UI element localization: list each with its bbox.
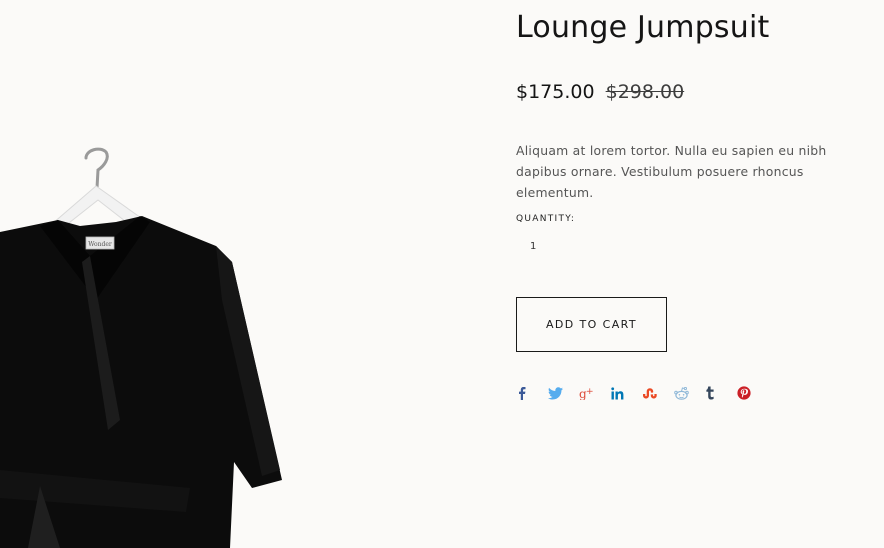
sale-price: $175.00 [516, 81, 595, 103]
share-facebook[interactable] [516, 384, 548, 402]
add-to-cart-button[interactable]: ADD TO CART [516, 297, 667, 352]
product-image: Wonder [0, 140, 290, 548]
twitter-icon [547, 386, 563, 399]
reddit-icon [673, 386, 689, 400]
pinterest-icon [736, 386, 751, 400]
google-plus-icon: g + [579, 387, 594, 400]
svg-text:+: + [586, 387, 594, 397]
share-pinterest[interactable] [736, 384, 769, 402]
quantity-label: QUANTITY: [516, 214, 576, 224]
share-twitter[interactable] [547, 384, 580, 402]
tumblr-icon [706, 386, 714, 400]
linkedin-icon [610, 386, 623, 399]
quantity-input[interactable] [516, 236, 576, 256]
share-reddit[interactable] [673, 384, 706, 402]
share-linkedin[interactable] [610, 384, 643, 402]
tag-text: Wonder [88, 241, 112, 248]
facebook-icon [519, 387, 526, 400]
share-stumbleupon[interactable] [642, 384, 674, 402]
stumbleupon-icon [643, 388, 657, 399]
share-tumblr[interactable] [705, 384, 737, 402]
share-google-plus[interactable]: g + [579, 384, 611, 402]
original-price: $298.00 [605, 81, 685, 103]
price-row: $175.00 $298.00 [516, 81, 684, 103]
share-links: g + [516, 384, 768, 402]
product-page: Wonder Lounge Jumpsuit $175.00 $298.00 A… [0, 0, 884, 548]
product-title: Lounge Jumpsuit [516, 10, 770, 45]
product-description: Aliquam at lorem tortor. Nulla eu sapien… [516, 143, 827, 200]
